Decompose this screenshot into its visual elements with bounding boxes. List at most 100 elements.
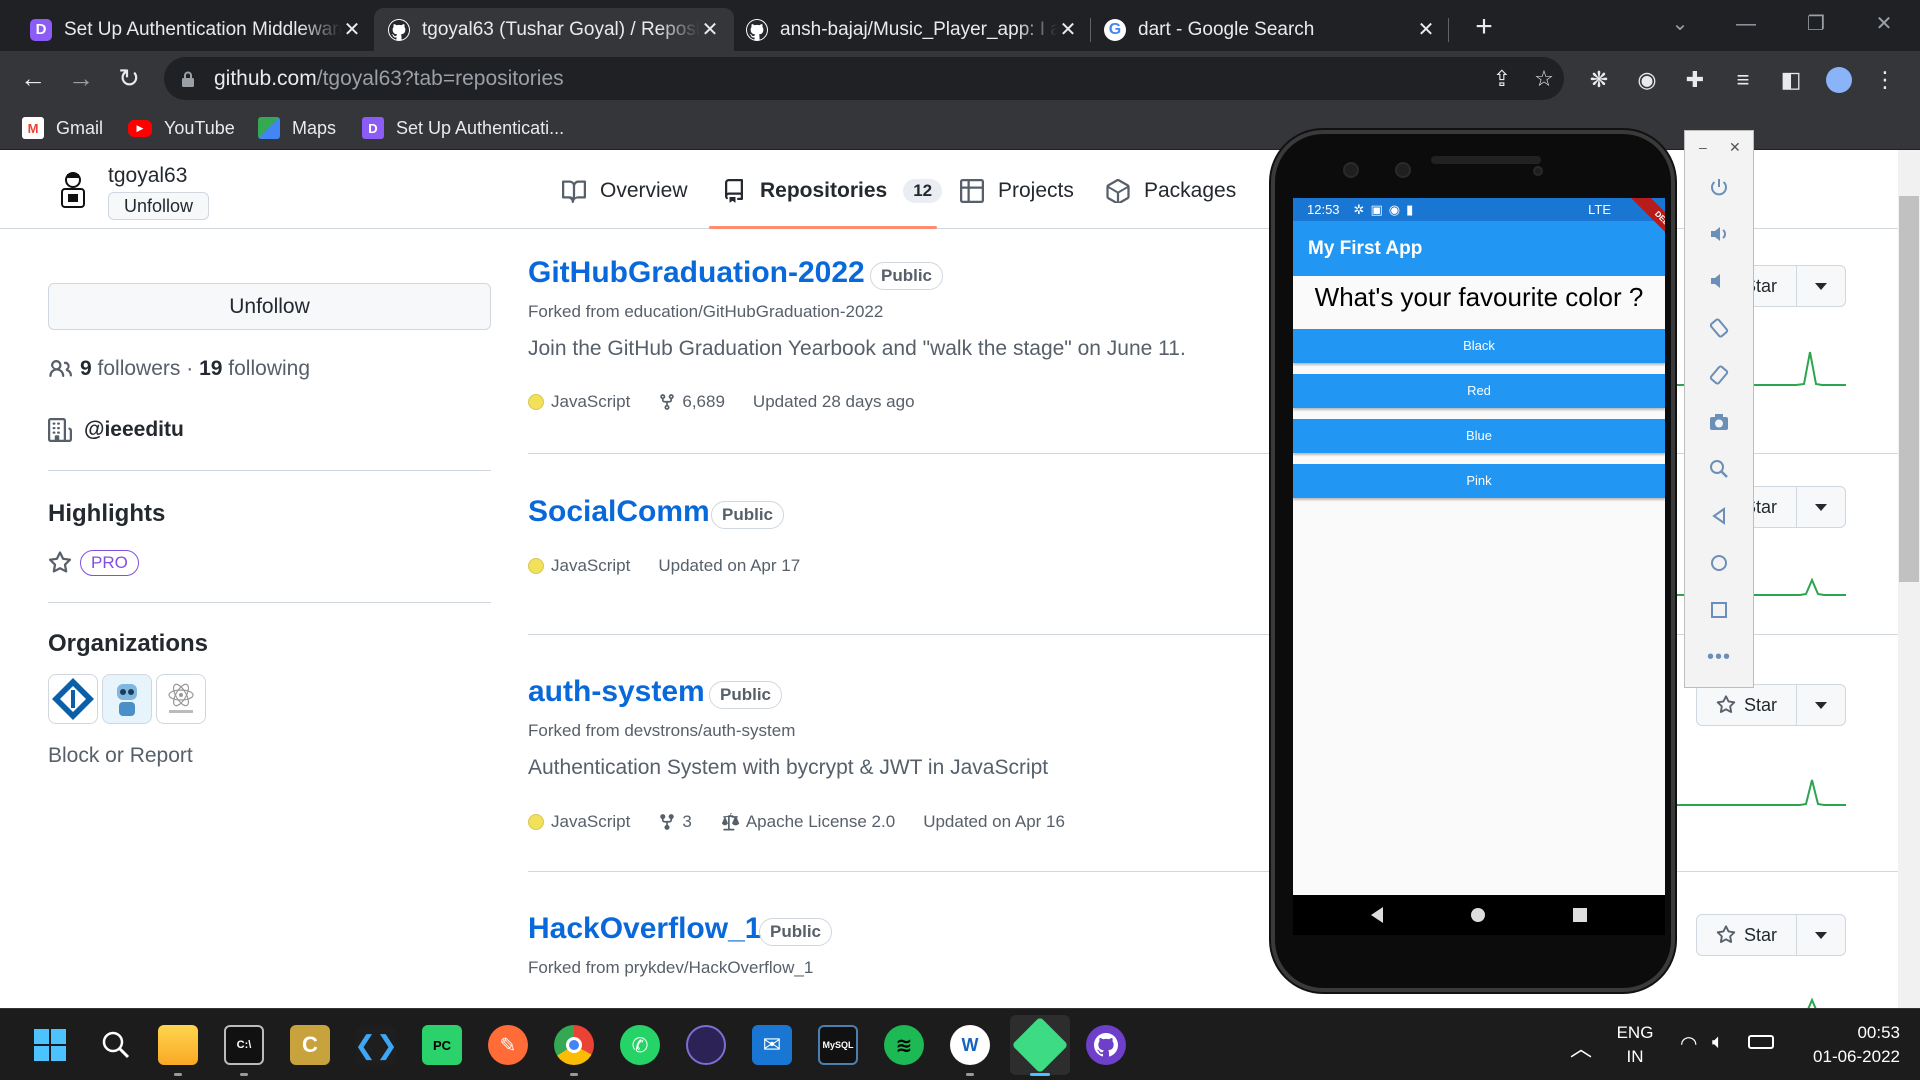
bookmark-gmail[interactable]: M Gmail — [22, 114, 103, 142]
vscode-icon[interactable]: ❮❯ — [354, 1025, 398, 1065]
back-icon[interactable] — [1703, 500, 1735, 532]
header-unfollow-button[interactable]: Unfollow — [108, 192, 209, 220]
side-panel-icon[interactable]: ◧ — [1778, 67, 1804, 93]
browser-tab[interactable]: ansh-bajaj/Music_Player_app: I am ✕ — [732, 8, 1092, 51]
zoom-icon[interactable] — [1703, 453, 1735, 485]
tab-overview[interactable]: Overview — [562, 172, 688, 210]
browser-tab-active[interactable]: tgoyal63 (Tushar Goyal) / Repositories ✕ — [374, 8, 734, 51]
codeblocks-icon[interactable]: C — [290, 1025, 330, 1065]
panel-close-icon[interactable]: ✕ — [1729, 139, 1741, 156]
media-control-icon[interactable]: ≡ — [1730, 67, 1756, 93]
xampp-icon[interactable]: W — [950, 1025, 990, 1065]
color-button-blue[interactable]: Blue — [1293, 419, 1665, 453]
panel-minimize-icon[interactable]: – — [1699, 139, 1707, 155]
bookmark-maps[interactable]: Maps — [258, 114, 336, 142]
tab-packages[interactable]: Packages — [1106, 172, 1236, 210]
reload-icon[interactable]: ↻ — [110, 59, 148, 97]
forward-icon[interactable]: → — [62, 59, 100, 97]
home-circle-icon[interactable] — [1471, 908, 1485, 922]
pycharm-icon[interactable]: PC — [422, 1025, 462, 1065]
bookmark-youtube[interactable]: ▶ YouTube — [128, 114, 235, 142]
color-button-red[interactable]: Red — [1293, 374, 1665, 408]
forked-from-text[interactable]: Forked from education/GitHubGraduation-2… — [528, 302, 883, 322]
input-region[interactable]: IN — [1612, 1047, 1658, 1067]
file-explorer-icon[interactable] — [158, 1025, 198, 1065]
followers-count[interactable]: 9 — [80, 357, 92, 381]
repo-name-link[interactable]: GitHubGraduation-2022 — [528, 256, 865, 290]
star-main[interactable]: Star — [1697, 915, 1797, 955]
menu-kebab-icon[interactable]: ⋮ — [1872, 67, 1898, 93]
forks[interactable]: 6,689 — [658, 392, 725, 412]
volume-down-icon[interactable] — [1703, 265, 1735, 297]
volume-up-icon[interactable] — [1703, 218, 1735, 250]
speaker-icon[interactable]: 🔈︎ — [1712, 1031, 1724, 1054]
wifi-icon[interactable]: ◠ — [1680, 1031, 1697, 1056]
close-icon[interactable]: ✕ — [342, 20, 362, 40]
close-icon[interactable]: ✕ — [700, 20, 720, 40]
browser-tab[interactable]: D Set Up Authentication Middleware ✕ — [16, 8, 376, 51]
avatar[interactable] — [56, 170, 90, 208]
windows-start-icon[interactable] — [30, 1025, 70, 1065]
restore-icon[interactable]: ❐ — [1786, 6, 1846, 42]
rotate-right-icon[interactable] — [1703, 359, 1735, 391]
address-bar[interactable]: github.com/tgoyal63?tab=repositories ⇪ ☆ — [164, 57, 1564, 100]
power-icon[interactable] — [1703, 171, 1735, 203]
new-tab-button[interactable]: + — [1466, 10, 1502, 46]
battery-icon[interactable] — [1748, 1035, 1774, 1049]
star-dropdown[interactable] — [1797, 487, 1845, 527]
browser-tab[interactable]: G dart - Google Search ✕ — [1090, 8, 1450, 51]
star-dropdown[interactable] — [1797, 915, 1845, 955]
profile-avatar[interactable] — [1826, 67, 1852, 93]
rotate-left-icon[interactable] — [1703, 312, 1735, 344]
star-button[interactable]: Star — [1696, 914, 1846, 956]
repo-name-link[interactable]: auth-system — [528, 675, 705, 709]
close-icon[interactable]: ✕ — [1058, 20, 1078, 40]
following-count[interactable]: 19 — [199, 357, 222, 381]
tab-search-icon[interactable]: ⌄ — [1650, 6, 1710, 42]
organization-label[interactable]: @ieeeditu — [84, 418, 184, 442]
mail-icon[interactable]: ✉ — [752, 1025, 792, 1065]
home-icon[interactable] — [1703, 547, 1735, 579]
back-icon[interactable]: ← — [14, 59, 52, 97]
followers-label[interactable]: followers — [98, 357, 181, 381]
extensions-puzzle-icon[interactable]: ✚ — [1682, 67, 1708, 93]
camera-icon[interactable] — [1703, 406, 1735, 438]
whatsapp-icon[interactable]: ✆ — [620, 1025, 660, 1065]
input-language[interactable]: ENG — [1612, 1023, 1658, 1043]
color-button-pink[interactable]: Pink — [1293, 464, 1665, 498]
star-main[interactable]: Star — [1697, 685, 1797, 725]
minimize-icon[interactable]: — — [1716, 6, 1776, 42]
repo-name-link[interactable]: SocialComm — [528, 495, 710, 529]
clock-date[interactable]: 01-06-2022 — [1790, 1047, 1900, 1067]
extension-gear-icon[interactable]: ❋ — [1586, 67, 1612, 93]
extension-circle-icon[interactable]: ◉ — [1634, 67, 1660, 93]
share-icon[interactable]: ⇪ — [1486, 63, 1518, 95]
star-dropdown[interactable] — [1797, 266, 1845, 306]
bookmark-setup-auth[interactable]: D Set Up Authenticati... — [362, 114, 564, 142]
eclipse-icon[interactable] — [686, 1025, 726, 1065]
search-icon[interactable] — [96, 1025, 136, 1065]
overview-icon[interactable] — [1703, 594, 1735, 626]
chrome-icon[interactable] — [554, 1025, 594, 1065]
unfollow-button[interactable]: Unfollow — [48, 283, 491, 330]
terminal-icon[interactable]: C:\ — [224, 1025, 264, 1065]
mysql-icon[interactable]: MySQL — [818, 1025, 858, 1065]
recents-square-icon[interactable] — [1573, 908, 1587, 922]
block-report-link[interactable]: Block or Report — [48, 744, 193, 768]
window-close-icon[interactable]: ✕ — [1854, 6, 1914, 42]
org-avatar-robot[interactable] — [102, 674, 152, 724]
forked-from-text[interactable]: Forked from prykdev/HackOverflow_1 — [528, 958, 813, 978]
back-triangle-icon[interactable] — [1371, 907, 1383, 923]
spotify-icon[interactable]: ≋ — [884, 1025, 924, 1065]
tab-repositories[interactable]: Repositories 12 — [722, 172, 943, 210]
close-icon[interactable]: ✕ — [1416, 20, 1436, 40]
scrollbar-thumb[interactable] — [1899, 196, 1919, 582]
star-dropdown[interactable] — [1797, 685, 1845, 725]
org-avatar-ieee[interactable] — [48, 674, 98, 724]
repo-name-link[interactable]: HackOverflow_1 — [528, 912, 761, 946]
tab-projects[interactable]: Projects — [960, 172, 1074, 210]
following-label[interactable]: following — [228, 357, 310, 381]
more-options-icon[interactable]: ••• — [1703, 641, 1735, 673]
tray-chevron-icon[interactable]: ︿ — [1570, 1031, 1592, 1063]
clock-time[interactable]: 00:53 — [1790, 1023, 1900, 1043]
